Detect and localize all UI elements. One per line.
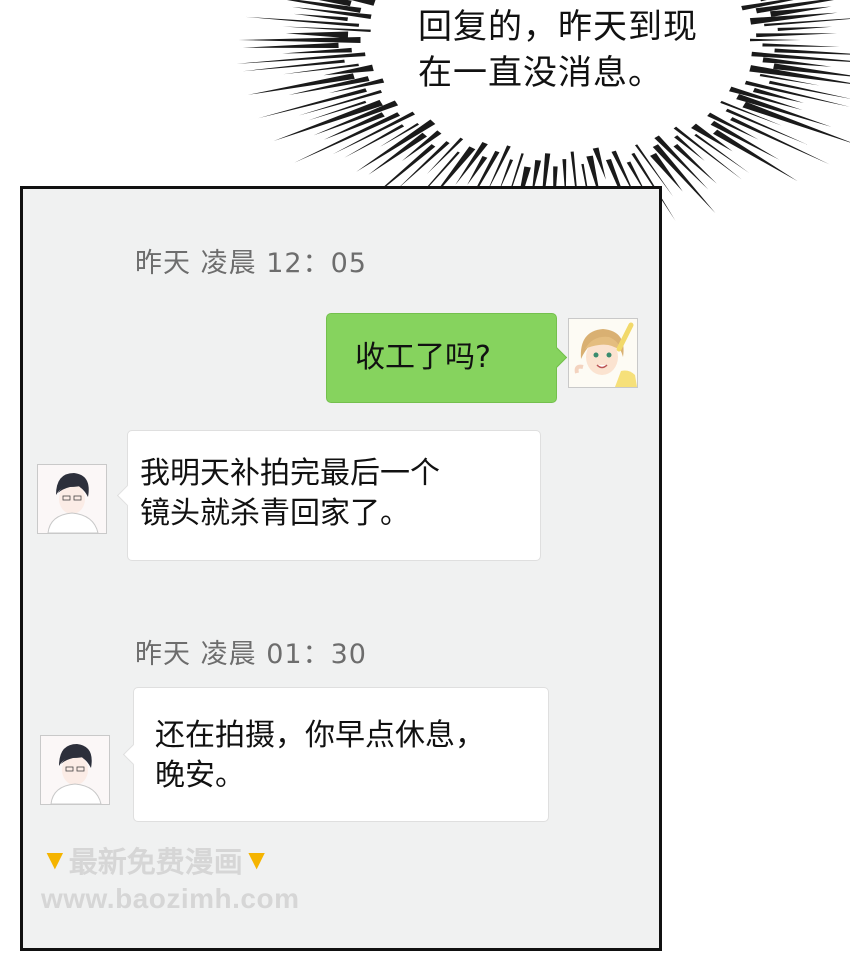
speed-line bbox=[750, 38, 801, 42]
speed-line bbox=[285, 31, 349, 39]
message-line: 还在拍摄，你早点休息， bbox=[155, 718, 485, 753]
speed-line bbox=[242, 59, 345, 72]
dark-haired-man-avatar-icon bbox=[41, 736, 109, 804]
message-line: 晚安。 bbox=[155, 758, 245, 793]
received-message-bubble[interactable]: 还在拍摄，你早点休息， 晚安。 bbox=[122, 687, 549, 822]
speed-line bbox=[238, 37, 361, 43]
message-line: 镜头就杀青回家了。 bbox=[140, 496, 410, 531]
speed-line bbox=[282, 26, 371, 32]
watermark-url: www.baozimh.com bbox=[41, 883, 300, 914]
dark-haired-man-avatar-icon bbox=[38, 465, 106, 533]
received-message-bubble[interactable]: 我明天补拍完最后一个 镜头就杀青回家了。 bbox=[116, 430, 541, 561]
speed-line bbox=[242, 42, 339, 48]
speed-line bbox=[774, 48, 850, 55]
speed-line bbox=[710, 120, 780, 160]
message-text: 收工了吗? bbox=[355, 340, 491, 375]
contact-avatar[interactable] bbox=[40, 735, 110, 805]
speed-line bbox=[282, 47, 352, 54]
speed-line bbox=[762, 43, 840, 47]
blond-boy-avatar-icon bbox=[569, 319, 637, 387]
user-avatar[interactable] bbox=[568, 318, 638, 388]
chat-timestamp: 昨天 凌晨 01：30 bbox=[135, 639, 367, 670]
pointing-down-hand-icon: ▼ bbox=[41, 844, 69, 875]
speed-line bbox=[777, 26, 833, 31]
speed-line bbox=[673, 144, 717, 184]
contact-avatar[interactable] bbox=[37, 464, 107, 534]
sent-message-bubble[interactable]: 收工了吗? bbox=[326, 313, 568, 403]
speed-line bbox=[712, 129, 798, 182]
narration-line-1: 回复的，昨天到现 bbox=[418, 7, 698, 47]
speed-line bbox=[236, 52, 366, 64]
speed-line bbox=[344, 124, 405, 158]
watermark-title: 最新免费漫画 bbox=[68, 847, 243, 879]
narration-line-2: 在一直没消息。 bbox=[418, 53, 663, 93]
chat-screen: 昨天 凌晨 12：05 收工了吗? 我明天补拍完最后一个 镜头就杀青回家了。 昨… bbox=[20, 186, 662, 951]
narration-caption: 回复的，昨天到现 在一直没消息。 bbox=[418, 4, 748, 96]
message-line: 我明天补拍完最后一个 bbox=[140, 456, 440, 491]
chat-timestamp: 昨天 凌晨 12：05 bbox=[135, 248, 367, 279]
speed-line bbox=[756, 33, 838, 38]
pointing-down-hand-icon: ▼ bbox=[242, 844, 271, 875]
speed-line bbox=[467, 155, 488, 185]
speed-line bbox=[773, 63, 850, 77]
speed-line bbox=[293, 13, 348, 22]
site-watermark: ▼ 最新免费漫画 ▼ www.baozimh.com bbox=[41, 839, 300, 915]
